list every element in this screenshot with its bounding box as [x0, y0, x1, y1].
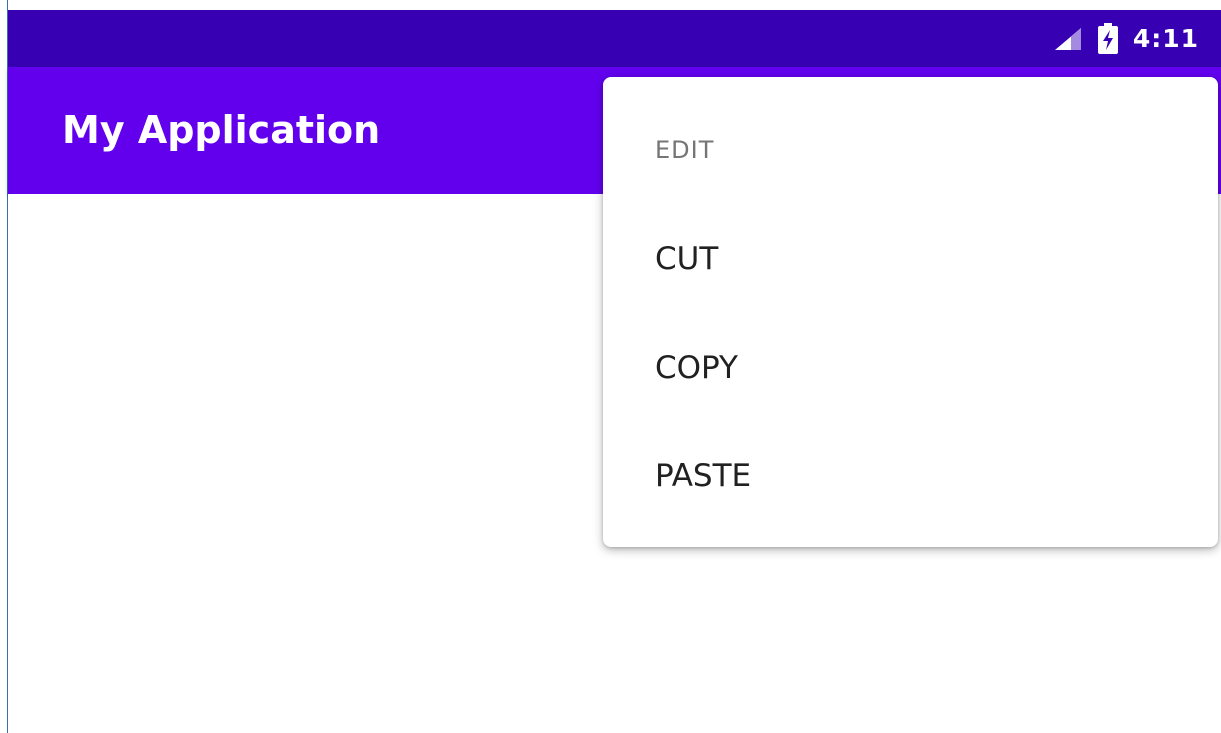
status-icons: 4:11 — [1053, 10, 1199, 67]
menu-header: EDIT — [655, 136, 715, 164]
menu-item-label: PASTE — [655, 458, 752, 494]
menu-item-label: COPY — [655, 350, 738, 386]
menu-item-copy[interactable]: COPY — [603, 324, 1218, 414]
signal-icon — [1053, 26, 1083, 52]
window-left-edge — [0, 0, 8, 733]
menu-item-paste[interactable]: PASTE — [603, 432, 1218, 522]
menu-item-cut[interactable]: CUT — [603, 215, 1218, 305]
context-menu: EDIT CUT COPY PASTE — [603, 77, 1218, 547]
menu-item-label: CUT — [655, 241, 719, 277]
status-bar: 4:11 — [8, 10, 1221, 67]
app-title: My Application — [62, 108, 381, 152]
status-time: 4:11 — [1132, 24, 1199, 53]
battery-charging-icon — [1097, 22, 1119, 55]
